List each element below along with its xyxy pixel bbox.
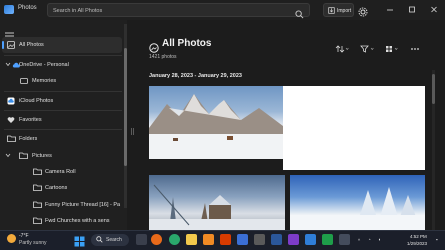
folder-icon bbox=[33, 201, 42, 210]
word-icon[interactable] bbox=[271, 234, 282, 245]
filter-icon[interactable] bbox=[360, 40, 375, 58]
folder-icon bbox=[7, 135, 16, 144]
chevron-down-icon[interactable] bbox=[5, 62, 11, 69]
import-icon bbox=[328, 7, 335, 16]
sidebar-item-fwd-churches[interactable]: Fwd Churches with a sens bbox=[2, 213, 122, 229]
import-button-label: Import bbox=[337, 8, 352, 14]
sidebar-divider bbox=[4, 91, 122, 92]
chevron-up-icon[interactable]: ^ bbox=[358, 238, 360, 243]
sort-icon[interactable] bbox=[335, 40, 349, 58]
view-options-icon[interactable] bbox=[385, 40, 399, 58]
volume-icon[interactable]: ◖ bbox=[378, 237, 381, 242]
main-scrollbar-thumb[interactable] bbox=[432, 74, 435, 104]
photo-thumbnail[interactable] bbox=[149, 86, 283, 159]
sidebar-item-label: iCloud Photos bbox=[19, 98, 54, 104]
wifi-icon[interactable]: ◔ bbox=[368, 237, 371, 242]
main-scrollbar[interactable] bbox=[432, 70, 435, 230]
folder-icon bbox=[33, 168, 42, 177]
photo-count: 1421 photos bbox=[149, 54, 177, 60]
photos-taskbar-icon[interactable] bbox=[305, 234, 316, 245]
photo-icon bbox=[7, 41, 15, 51]
more-options-icon[interactable] bbox=[410, 40, 420, 58]
sidebar-item-label: Camera Roll bbox=[45, 169, 76, 175]
heart-icon bbox=[7, 116, 15, 126]
taskbar-search-label: Search bbox=[106, 237, 122, 243]
photo-thumbnail-blank[interactable] bbox=[283, 86, 425, 170]
file-explorer-icon[interactable] bbox=[186, 234, 197, 245]
notification-icon[interactable]: ▪ bbox=[436, 237, 438, 242]
minimize-icon[interactable] bbox=[383, 3, 397, 15]
folder-icon bbox=[19, 152, 28, 161]
app-icon[interactable] bbox=[322, 234, 333, 245]
page-title: All Photos bbox=[162, 38, 212, 49]
office-icon[interactable] bbox=[220, 234, 231, 245]
sidebar-item-funny-picture-thread[interactable]: Funny Picture Thread [16] - Pa bbox=[2, 197, 122, 213]
sidebar-divider bbox=[4, 129, 122, 130]
sidebar-item-all-photos[interactable]: All Photos bbox=[2, 37, 122, 53]
sidebar-scrollbar-thumb[interactable] bbox=[124, 48, 127, 166]
sidebar-item-cartoons[interactable]: Cartoons bbox=[2, 180, 122, 196]
firefox-icon[interactable] bbox=[151, 234, 162, 245]
sidebar-item-memories[interactable]: Memories bbox=[2, 73, 122, 89]
icloud-icon bbox=[7, 97, 15, 107]
sidebar-item-label: Fwd Churches with a sens bbox=[45, 218, 110, 224]
memories-icon bbox=[20, 77, 28, 87]
date-group-header: January 28, 2023 - January 29, 2023 bbox=[149, 73, 242, 79]
app-title: Photos bbox=[18, 5, 37, 11]
sidebar-item-label: Funny Picture Thread [16] - Pa bbox=[45, 202, 121, 208]
sidebar-item-label: Memories bbox=[32, 78, 57, 84]
sidebar-item-folders[interactable]: Folders bbox=[2, 131, 122, 147]
weather-sun-icon[interactable] bbox=[7, 234, 16, 243]
sidebar-item-label: Pictures bbox=[32, 153, 52, 159]
photos-app-icon bbox=[4, 5, 14, 14]
start-icon[interactable] bbox=[74, 234, 85, 247]
sidebar-divider bbox=[4, 55, 122, 56]
task-view-icon[interactable] bbox=[136, 234, 147, 245]
search-box[interactable] bbox=[47, 3, 310, 19]
close-icon[interactable] bbox=[427, 3, 441, 15]
search-icon bbox=[96, 236, 103, 245]
chevron-down-icon[interactable] bbox=[5, 153, 11, 160]
sidebar-scrollbar[interactable] bbox=[124, 24, 127, 208]
sidebar-item-icloud[interactable]: iCloud Photos bbox=[2, 93, 122, 109]
taskbar-search[interactable]: Search bbox=[91, 234, 129, 246]
app-icon[interactable] bbox=[254, 234, 265, 245]
sidebar-item-label: OneDrive - Personal bbox=[19, 62, 69, 68]
title-bar: Photos Import bbox=[0, 0, 445, 20]
search-input[interactable] bbox=[53, 5, 293, 16]
pane-resize-handle[interactable] bbox=[131, 122, 134, 140]
folder-icon bbox=[33, 184, 42, 193]
maximize-icon[interactable] bbox=[405, 3, 419, 15]
photo-thumbnail[interactable] bbox=[149, 175, 285, 230]
edge-icon[interactable] bbox=[169, 234, 180, 245]
clock-date[interactable]: 1/29/2023 bbox=[407, 241, 427, 246]
app-icon[interactable] bbox=[237, 234, 248, 245]
sidebar-item-label: All Photos bbox=[19, 42, 44, 48]
sidebar-divider bbox=[4, 110, 122, 111]
sidebar-item-label: Favorites bbox=[19, 117, 42, 123]
vlc-icon[interactable] bbox=[203, 234, 214, 245]
weather-description[interactable]: Partly sunny bbox=[19, 240, 47, 246]
weather-temperature[interactable]: -7°F bbox=[19, 233, 29, 239]
sidebar-item-label: Folders bbox=[19, 136, 38, 142]
folder-icon bbox=[33, 217, 42, 226]
sidebar-item-onedrive[interactable]: OneDrive - Personal bbox=[2, 57, 122, 73]
app-icon[interactable] bbox=[339, 234, 350, 245]
clock-time[interactable]: 4:52 PM bbox=[410, 234, 427, 239]
app-icon[interactable] bbox=[288, 234, 299, 245]
sidebar-item-favorites[interactable]: Favorites bbox=[2, 112, 122, 128]
sidebar-item-pictures[interactable]: Pictures bbox=[2, 148, 122, 164]
sidebar-item-label: Cartoons bbox=[45, 185, 68, 191]
import-button[interactable]: Import bbox=[323, 3, 354, 17]
sidebar-item-camera-roll[interactable]: Camera Roll bbox=[2, 164, 122, 180]
photo-thumbnail[interactable] bbox=[290, 175, 425, 230]
